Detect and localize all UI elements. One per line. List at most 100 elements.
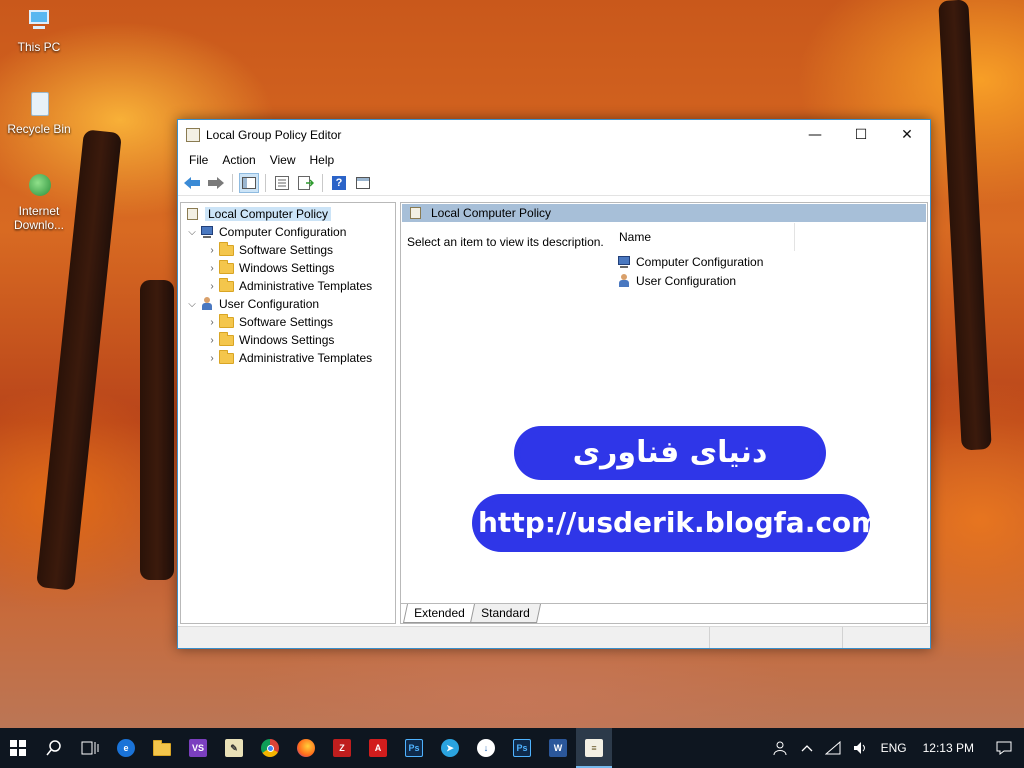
volume-icon[interactable]: [847, 728, 875, 768]
show-hide-tree-icon[interactable]: [239, 172, 259, 193]
chevron-up-icon[interactable]: [795, 728, 819, 768]
recycle-bin-icon: [23, 90, 55, 120]
tree-item-computer-software-settings[interactable]: › Software Settings: [181, 241, 395, 259]
close-button[interactable]: ✕: [884, 120, 930, 150]
desktop-icon-label: This PC: [17, 40, 61, 54]
chevron-right-icon[interactable]: ›: [205, 281, 219, 292]
menu-action[interactable]: Action: [215, 153, 262, 167]
tree-item-label: User Configuration: [219, 297, 320, 311]
toolbar-separator: [265, 173, 266, 192]
tree-item-label: Computer Configuration: [219, 225, 347, 239]
policy-scroll-icon: [410, 207, 421, 219]
filter-view-icon[interactable]: [353, 173, 373, 193]
network-icon[interactable]: [819, 728, 847, 768]
toolbar-separator: [232, 173, 233, 192]
clock[interactable]: 12:13 PM: [913, 728, 984, 768]
tree-item-label: Local Computer Policy: [205, 207, 332, 221]
photoshop2-icon[interactable]: Ps: [504, 728, 540, 768]
folder-icon: [219, 260, 235, 275]
chevron-right-icon[interactable]: ›: [205, 335, 219, 346]
telegram-icon[interactable]: ➤: [432, 728, 468, 768]
tab-standard[interactable]: Standard: [469, 604, 541, 623]
chrome-icon[interactable]: [252, 728, 288, 768]
desktop-icon-label: Recycle Bin: [7, 122, 71, 136]
window-title: Local Group Policy Editor: [206, 128, 342, 142]
chevron-down-icon[interactable]: ⌵: [185, 227, 199, 238]
visual-studio-icon[interactable]: VS: [180, 728, 216, 768]
edge-icon[interactable]: e: [108, 728, 144, 768]
column-header-name[interactable]: Name: [615, 223, 795, 251]
people-icon[interactable]: [767, 728, 795, 768]
tree-item-computer-windows-settings[interactable]: › Windows Settings: [181, 259, 395, 277]
file-explorer-icon[interactable]: [144, 728, 180, 768]
help-icon[interactable]: ?: [329, 173, 349, 193]
word-icon[interactable]: W: [540, 728, 576, 768]
chevron-right-icon[interactable]: ›: [205, 317, 219, 328]
tree-item-user-configuration[interactable]: ⌵ User Configuration: [181, 295, 395, 313]
tree-item-label: Software Settings: [239, 315, 334, 329]
list-item[interactable]: Computer Configuration: [617, 255, 763, 269]
title-bar[interactable]: Local Group Policy Editor — ☐ ✕: [178, 120, 930, 150]
list-item[interactable]: User Configuration: [617, 274, 736, 288]
console-tree: Local Computer Policy ⌵ Computer Configu…: [180, 202, 396, 624]
status-pane: [178, 627, 710, 648]
filezilla-icon[interactable]: Z: [324, 728, 360, 768]
minimize-button[interactable]: —: [792, 120, 838, 150]
user-configuration-icon: [199, 297, 215, 311]
start-icon[interactable]: [0, 728, 36, 768]
tree-item-local-computer-policy[interactable]: Local Computer Policy: [181, 205, 395, 223]
tree-item-label: Software Settings: [239, 243, 334, 257]
photoshop-icon[interactable]: Ps: [396, 728, 432, 768]
tree-item-user-software-settings[interactable]: › Software Settings: [181, 313, 395, 331]
chevron-right-icon[interactable]: ›: [205, 353, 219, 364]
back-arrow-icon[interactable]: [182, 173, 202, 193]
chevron-right-icon[interactable]: ›: [205, 263, 219, 274]
policy-scroll-icon: [185, 207, 201, 221]
tree-item-computer-configuration[interactable]: ⌵ Computer Configuration: [181, 223, 395, 241]
acrobat-icon[interactable]: A: [360, 728, 396, 768]
task-view-icon[interactable]: [72, 728, 108, 768]
computer-configuration-icon: [617, 255, 633, 269]
chevron-right-icon[interactable]: ›: [205, 245, 219, 256]
tree-item-user-administrative-templates[interactable]: › Administrative Templates: [181, 349, 395, 367]
tree-item-label: Administrative Templates: [239, 351, 373, 365]
details-header-title: Local Computer Policy: [431, 206, 552, 220]
details-pane: Local Computer Policy Select an item to …: [400, 202, 928, 624]
maximize-button[interactable]: ☐: [838, 120, 884, 150]
export-list-icon[interactable]: [296, 173, 316, 193]
tree-item-user-windows-settings[interactable]: › Windows Settings: [181, 331, 395, 349]
search-icon[interactable]: [36, 728, 72, 768]
chevron-down-icon[interactable]: ⌵: [185, 299, 199, 310]
watermark-url: http://usderik.blogfa.com: [478, 500, 880, 546]
menu-bar: File Action View Help: [178, 150, 930, 170]
system-tray: ENG 12:13 PM: [767, 728, 1024, 768]
forward-arrow-icon[interactable]: [206, 173, 226, 193]
downloader-icon[interactable]: ↓: [468, 728, 504, 768]
list-item-label: Computer Configuration: [636, 255, 764, 269]
idm-icon: [23, 172, 55, 202]
input-language[interactable]: ENG: [875, 728, 913, 768]
status-pane: [843, 627, 930, 648]
menu-file[interactable]: File: [182, 153, 215, 167]
gpedit-tool-icon[interactable]: ✎: [216, 728, 252, 768]
folder-icon: [219, 278, 235, 293]
folder-icon: [219, 242, 235, 257]
tab-extended[interactable]: Extended: [402, 604, 476, 623]
firefox-icon[interactable]: [288, 728, 324, 768]
toolbar-separator: [322, 173, 323, 192]
status-pane: [710, 627, 843, 648]
policy-editor-icon[interactable]: ≡: [576, 728, 612, 768]
description-text: Select an item to view its description.: [407, 235, 604, 249]
menu-view[interactable]: View: [263, 153, 303, 167]
taskbar: e VS ✎ Z A Ps ➤ ↓ Ps W ≡ ENG 12:13 PM: [0, 728, 1024, 768]
details-header: Local Computer Policy: [402, 204, 926, 222]
properties-icon[interactable]: [272, 173, 292, 193]
view-tabs: Extended Standard: [401, 603, 927, 623]
desktop-icon-recycle-bin[interactable]: Recycle Bin: [4, 90, 74, 136]
desktop-icon-this-pc[interactable]: This PC: [4, 8, 74, 54]
tree-item-label: Windows Settings: [239, 261, 335, 275]
tree-item-computer-administrative-templates[interactable]: › Administrative Templates: [181, 277, 395, 295]
menu-help[interactable]: Help: [303, 153, 342, 167]
desktop-icon-internet-download-manager[interactable]: Internet Downlo...: [4, 172, 74, 232]
notifications-icon[interactable]: [984, 728, 1024, 768]
